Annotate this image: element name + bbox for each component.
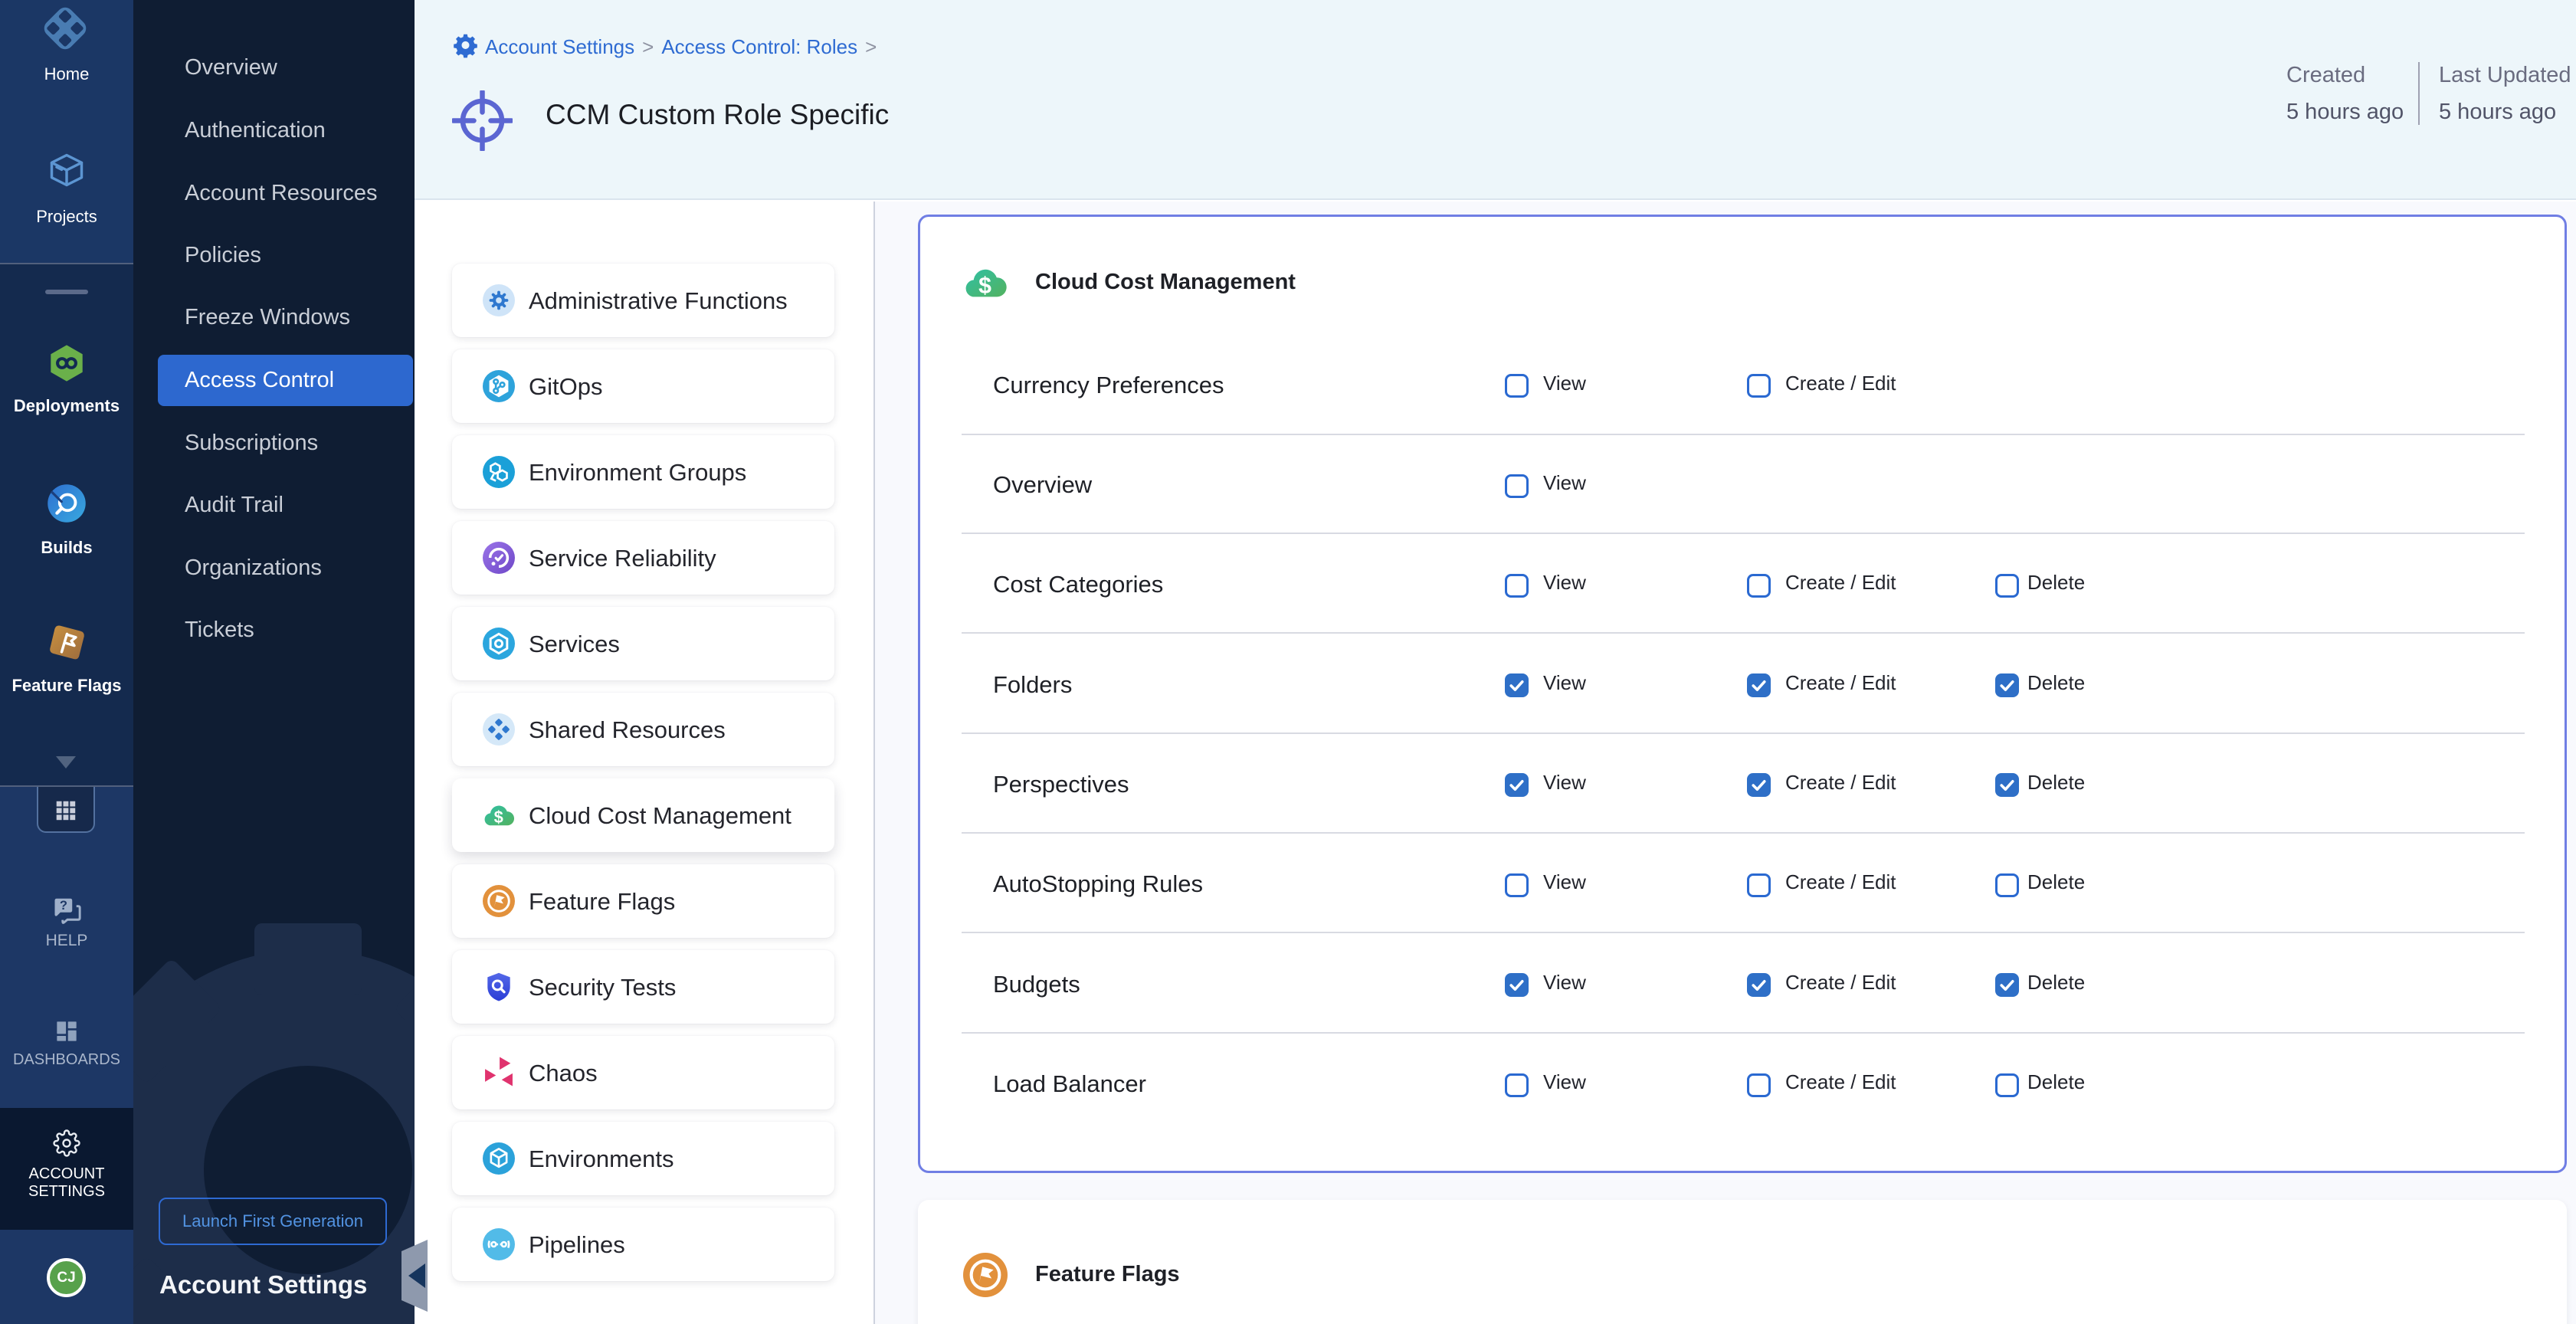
svg-text:$: $ xyxy=(978,274,991,299)
svg-text:?: ? xyxy=(60,899,67,913)
svg-text:$: $ xyxy=(494,808,503,827)
